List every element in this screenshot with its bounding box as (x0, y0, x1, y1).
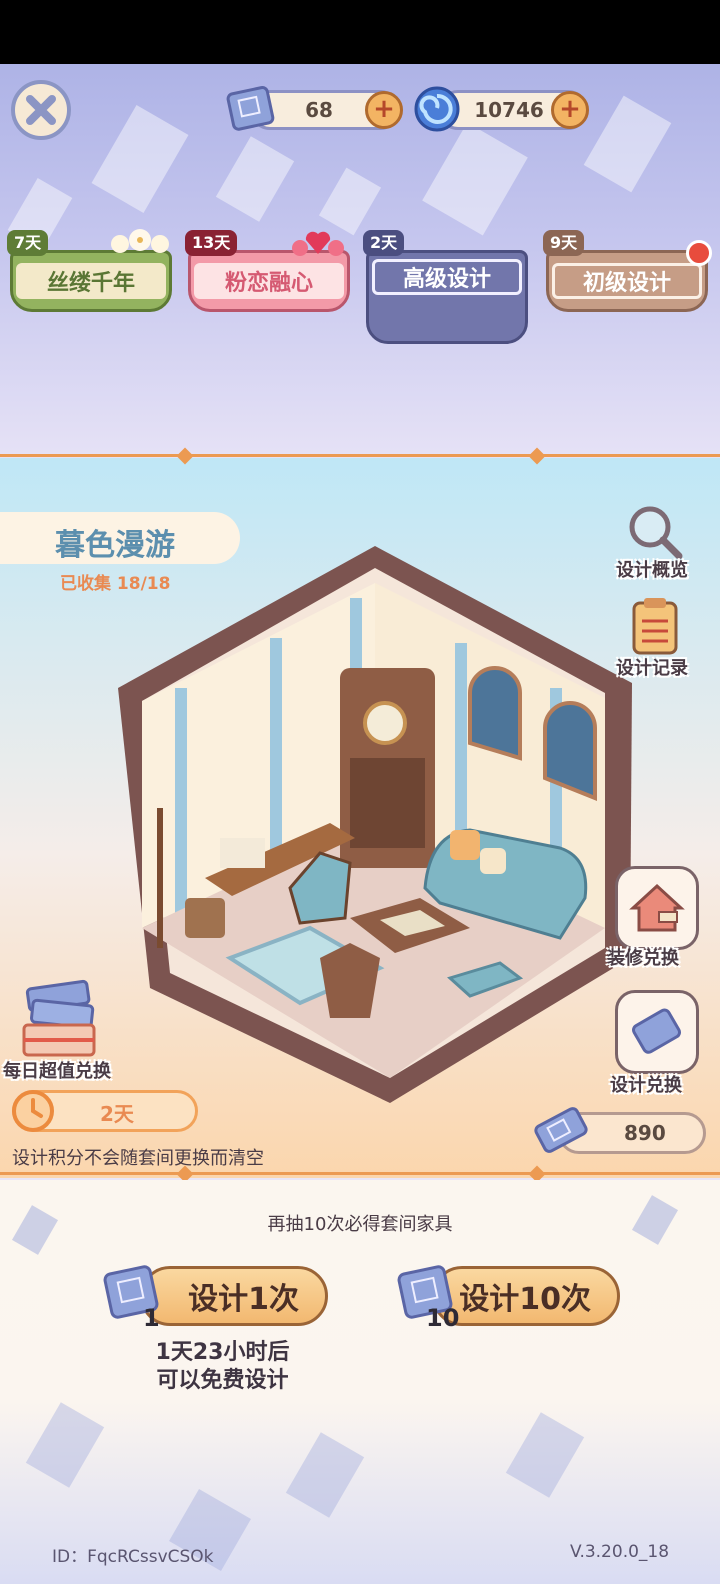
points-note: 设计积分不会随套间更换而清空 (12, 1148, 264, 1169)
tab-silk-days-badge: 7天 (7, 230, 49, 256)
design-points-value: 890 (624, 1121, 666, 1145)
gem-add-button[interactable]: + (551, 91, 589, 129)
ticket-icon (632, 1008, 681, 1054)
player-id: ID：FqcRCssvCSOk (52, 1547, 214, 1567)
close-button[interactable] (11, 80, 71, 140)
house-paint-icon (629, 883, 685, 932)
daily-offer-label[interactable]: 每日超值兑换 (3, 1057, 111, 1083)
tab-silk-millennium-label: 丝缕千年 (16, 263, 166, 299)
single-cost-value: 1 (143, 1304, 160, 1332)
tab-advanced-days-badge: 2天 (363, 230, 405, 256)
tab-basic-days-badge: 9天 (543, 230, 585, 256)
tab-basic-design-label: 初级设计 (552, 263, 702, 299)
scroll-ticket-icon (226, 86, 275, 131)
collection-progress: 已收集 18/18 (60, 574, 171, 594)
design-exchange-button[interactable] (615, 990, 699, 1074)
status-bar (0, 0, 720, 64)
design-exchange-label: 设计兑换 (610, 1075, 682, 1096)
ten-cost-value: 10 (426, 1304, 460, 1332)
magnifier-icon[interactable] (625, 502, 685, 562)
decor-exchange-label: 装修兑换 (607, 948, 679, 969)
room-title: 暮色漫游 (55, 528, 175, 563)
top-divider (0, 454, 720, 457)
free-design-note: 可以免费设计 (156, 1368, 289, 1393)
design-once-button[interactable]: 设计1次 (140, 1266, 328, 1326)
draw-guarantee-hint: 再抽10次必得套间家具 (267, 1214, 453, 1235)
tab-advanced-design[interactable]: 高级设计 (366, 250, 528, 344)
tab-pink-love-label: 粉恋融心 (194, 263, 344, 299)
scroll-currency-value: 68 (305, 98, 333, 122)
flower-decoration-icon (111, 229, 169, 253)
gem-swirl-icon (414, 86, 460, 132)
design-once-label: 设计1次 (188, 1282, 299, 1317)
tab-advanced-design-label: 高级设计 (372, 259, 522, 295)
clipboard-icon[interactable] (628, 595, 682, 655)
decor-exchange-button[interactable] (615, 866, 699, 950)
design-records-button[interactable]: 设计记录 (616, 654, 688, 680)
scroll-add-button[interactable]: + (365, 91, 403, 129)
design-points-ticket-icon (534, 1107, 588, 1153)
close-icon (26, 95, 56, 125)
bottom-divider (0, 1172, 720, 1175)
design-overview-button[interactable]: 设计概览 (616, 556, 688, 582)
design-ten-label: 设计10次 (459, 1282, 591, 1317)
tab-basic-design[interactable]: 初级设计 (546, 250, 708, 312)
clock-icon (12, 1090, 54, 1132)
gift-tickets-icon[interactable] (18, 975, 108, 1061)
daily-timer-value: 2天 (100, 1102, 134, 1126)
tab-pink-days-badge: 13天 (185, 230, 238, 256)
gem-currency-value: 10746 (474, 98, 544, 122)
notification-dot (686, 240, 712, 266)
heart-decoration-icon (292, 231, 344, 256)
version-label: V.3.20.0_18 (570, 1542, 670, 1562)
